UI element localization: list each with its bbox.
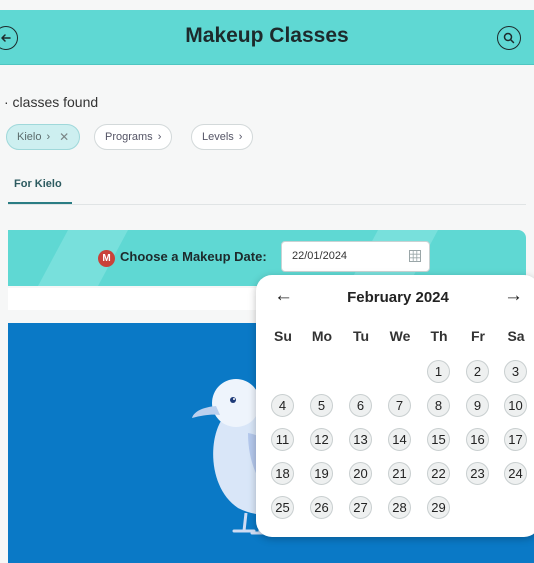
filter-chip-label: Kielo — [17, 131, 42, 143]
close-icon[interactable]: ✕ — [59, 130, 69, 144]
tab-for-kielo[interactable]: For Kielo — [14, 178, 62, 190]
filter-chip-programs[interactable]: Programs › — [94, 124, 173, 150]
calendar-day[interactable]: 24 — [504, 462, 527, 485]
tab-active-indicator — [8, 202, 72, 204]
weekday-we: We — [389, 328, 411, 344]
calendar-day[interactable]: 27 — [349, 496, 372, 519]
makeup-badge: M — [98, 250, 115, 267]
search-icon — [503, 32, 515, 44]
calendar-day[interactable]: 18 — [271, 462, 294, 485]
calendar-popover: ← February 2024 → Su Mo Tu We Th Fr Sa 1 2 3 4 5 6 7 8… — [256, 275, 534, 537]
calendar-day[interactable]: 8 — [427, 394, 450, 417]
calendar-day[interactable]: 12 — [310, 428, 333, 451]
calendar-day[interactable]: 26 — [310, 496, 333, 519]
app-header: Makeup Classes — [0, 10, 534, 65]
calendar-day[interactable]: 13 — [349, 428, 372, 451]
calendar-day[interactable]: 19 — [310, 462, 333, 485]
tab-divider — [8, 204, 526, 205]
calendar-day[interactable]: 11 — [271, 428, 294, 451]
calendar-day[interactable]: 6 — [349, 394, 372, 417]
calendar-day[interactable]: 1 — [427, 360, 450, 383]
page-title: Makeup Classes — [185, 24, 349, 47]
chevron-right-icon: › — [238, 131, 243, 143]
results-count: · classes found — [4, 94, 99, 110]
calendar-day[interactable]: 9 — [466, 394, 489, 417]
filter-chip-levels[interactable]: Levels › — [191, 124, 254, 150]
weekday-mo: Mo — [311, 328, 333, 344]
weekday-tu: Tu — [352, 328, 370, 344]
calendar-day[interactable]: 14 — [388, 428, 411, 451]
chevron-right-icon: › — [46, 131, 51, 143]
weekday-su: Su — [274, 328, 292, 344]
calendar-header: ← February 2024 → — [256, 275, 534, 321]
calendar-day[interactable]: 22 — [427, 462, 450, 485]
makeup-date-field[interactable] — [281, 241, 430, 272]
search-button[interactable] — [497, 26, 521, 50]
calendar-day[interactable]: 17 — [504, 428, 527, 451]
weekday-sa: Sa — [507, 328, 525, 344]
filter-chip-kielo[interactable]: Kielo › ✕ — [6, 124, 81, 150]
weekday-th: Th — [430, 328, 448, 344]
weekday-fr: Fr — [471, 328, 485, 344]
calendar-month-title: February 2024 — [347, 289, 449, 306]
calendar-day[interactable]: 10 — [504, 394, 527, 417]
calendar-day[interactable]: 7 — [388, 394, 411, 417]
calendar-next-button[interactable]: → — [504, 285, 523, 307]
calendar-day[interactable]: 15 — [427, 428, 450, 451]
calendar-day[interactable]: 29 — [427, 496, 450, 519]
calendar-day[interactable]: 16 — [466, 428, 489, 451]
arrow-right-icon: → — [504, 285, 523, 306]
calendar-day[interactable]: 21 — [388, 462, 411, 485]
makeup-date-input[interactable] — [290, 249, 404, 263]
filter-chip-label: Levels — [202, 131, 234, 143]
choose-date-label: Choose a Makeup Date: — [120, 249, 267, 264]
chevron-right-icon: › — [157, 131, 162, 143]
calendar-day[interactable]: 4 — [271, 394, 294, 417]
calendar-day[interactable]: 3 — [504, 360, 527, 383]
calendar-day[interactable]: 25 — [271, 496, 294, 519]
calendar-day[interactable]: 23 — [466, 462, 489, 485]
calendar-day[interactable]: 2 — [466, 360, 489, 383]
calendar-day[interactable]: 28 — [388, 496, 411, 519]
calendar-day[interactable]: 20 — [349, 462, 372, 485]
calendar-grid-icon[interactable] — [409, 250, 421, 262]
calendar-day[interactable]: 5 — [310, 394, 333, 417]
filter-chip-label: Programs — [105, 131, 153, 143]
